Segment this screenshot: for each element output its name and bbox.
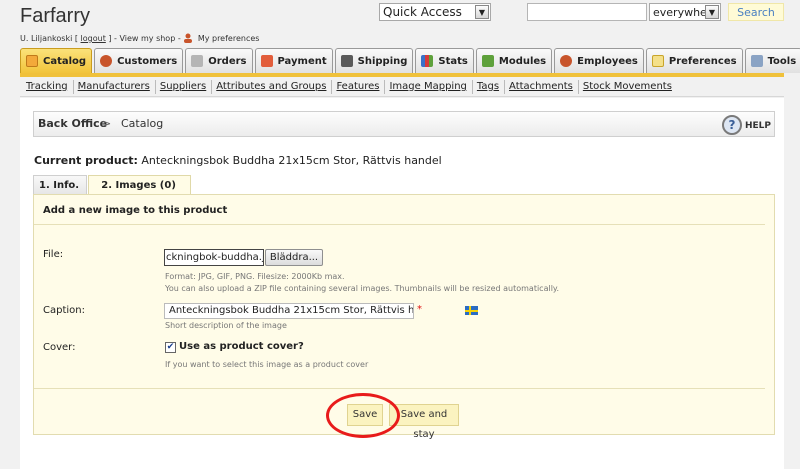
tab-label: Employees [577,55,638,67]
divider [34,224,765,225]
file-label: File: [43,249,64,260]
tab-modules[interactable]: Modules [475,48,553,73]
subtab-attributes-groups[interactable]: Attributes and Groups [212,79,333,94]
cover-hint: If you want to select this image as a pr… [165,360,369,369]
tab-label: Tools [767,55,797,67]
shipping-icon [340,55,353,67]
caption-input[interactable]: Anteckningsbok Buddha 21x15cm Stor, Rätt… [164,303,414,319]
tab-orders[interactable]: Orders [185,48,253,73]
file-input[interactable]: ckningbok-buddha.jpg [164,249,264,266]
format-hint: Format: JPG, GIF, PNG. Filesize: 2000Kb … [165,272,345,281]
employees-icon [560,55,573,67]
search-scope-select[interactable]: everywhere ▼ [649,3,721,21]
subtab-image-mapping[interactable]: Image Mapping [385,79,473,94]
subtab-manufacturers[interactable]: Manufacturers [74,79,156,94]
quick-access-value: Quick Access [383,5,462,19]
annotation-circle [326,393,400,438]
quick-access-select[interactable]: Quick Access ▼ [379,3,491,21]
tab-customers[interactable]: Customers [94,48,184,73]
swedish-flag-icon[interactable] [465,306,478,315]
payment-icon [260,55,273,67]
tab-label: Catalog [43,55,87,67]
tab-catalog[interactable]: Catalog [20,48,93,73]
breadcrumb-current: Catalog [121,117,164,130]
required-marker: * [417,304,422,315]
view-shop-link[interactable]: View my shop [119,34,175,43]
tab-label: Modules [498,55,547,67]
divider [34,388,765,389]
preferences-icon [651,55,664,67]
cover-checkbox[interactable]: ✔ [165,342,176,353]
caption-hint: Short description of the image [165,321,287,330]
cover-label: Cover: [43,342,76,353]
caption-label: Caption: [43,305,85,316]
shop-name: Farfarry [20,5,90,27]
zip-hint: You can also upload a ZIP file containin… [165,284,560,293]
chevron-down-icon: ▼ [705,5,719,19]
search-input[interactable] [527,3,647,21]
my-preferences-link[interactable]: My preferences [198,34,260,43]
subtab-suppliers[interactable]: Suppliers [156,79,213,94]
tab-employees[interactable]: Employees [554,48,644,73]
tab-payment[interactable]: Payment [254,48,333,73]
search-button[interactable]: Search [728,3,784,21]
tools-icon [750,55,763,67]
chevron-down-icon: ▼ [475,5,489,19]
product-tabs: 1. Info. 2. Images (0) [33,175,192,195]
tab-tools[interactable]: Tools [744,48,800,73]
cover-checkbox-label[interactable]: Use as product cover? [179,341,304,352]
tab-preferences[interactable]: Preferences [645,48,743,73]
orders-icon [191,55,204,67]
tab-label: Payment [277,55,327,67]
current-product-prefix: Current product: [34,154,138,167]
modules-icon [481,55,494,67]
breadcrumb-root[interactable]: Back Office [38,117,107,130]
current-product: Current product: Anteckningsbok Buddha 2… [34,154,442,167]
tab-label: Shipping [357,55,408,67]
user-line: U. Liljankoski [ logout ] - View my shop… [20,33,260,43]
tab-stats[interactable]: Stats [415,48,474,73]
subtab-tracking[interactable]: Tracking [22,79,74,94]
subtab-tags[interactable]: Tags [473,79,506,94]
main-tabs: Catalog Customers Orders Payment Shippin… [20,48,800,73]
sub-tabs: Tracking Manufacturers Suppliers Attribu… [20,77,784,97]
tab-label: Customers [117,55,178,67]
tab-label: Stats [438,55,468,67]
tab-images[interactable]: 2. Images (0) [88,175,192,195]
tab-label: Preferences [668,55,737,67]
tab-info[interactable]: 1. Info. [33,175,88,195]
current-product-name: Anteckningsbok Buddha 21x15cm Stor, Rätt… [141,154,442,167]
user-name: U. Liljankoski [20,34,73,43]
breadcrumb-separator: > [102,117,112,130]
stats-icon [421,55,434,67]
customers-icon [100,55,113,67]
logout-link[interactable]: logout [81,34,106,43]
help-button[interactable]: HELP [745,121,771,131]
user-icon [183,33,193,43]
form-title: Add a new image to this product [43,205,228,216]
subtab-stock-movements[interactable]: Stock Movements [579,80,677,94]
help-icon[interactable]: ? [722,115,742,135]
subtab-features[interactable]: Features [332,79,386,94]
browse-button[interactable]: Bläddra... [265,249,323,266]
subtab-attachments[interactable]: Attachments [505,79,579,94]
tab-label: Orders [208,55,247,67]
catalog-icon [26,55,38,67]
tab-shipping[interactable]: Shipping [334,48,414,73]
